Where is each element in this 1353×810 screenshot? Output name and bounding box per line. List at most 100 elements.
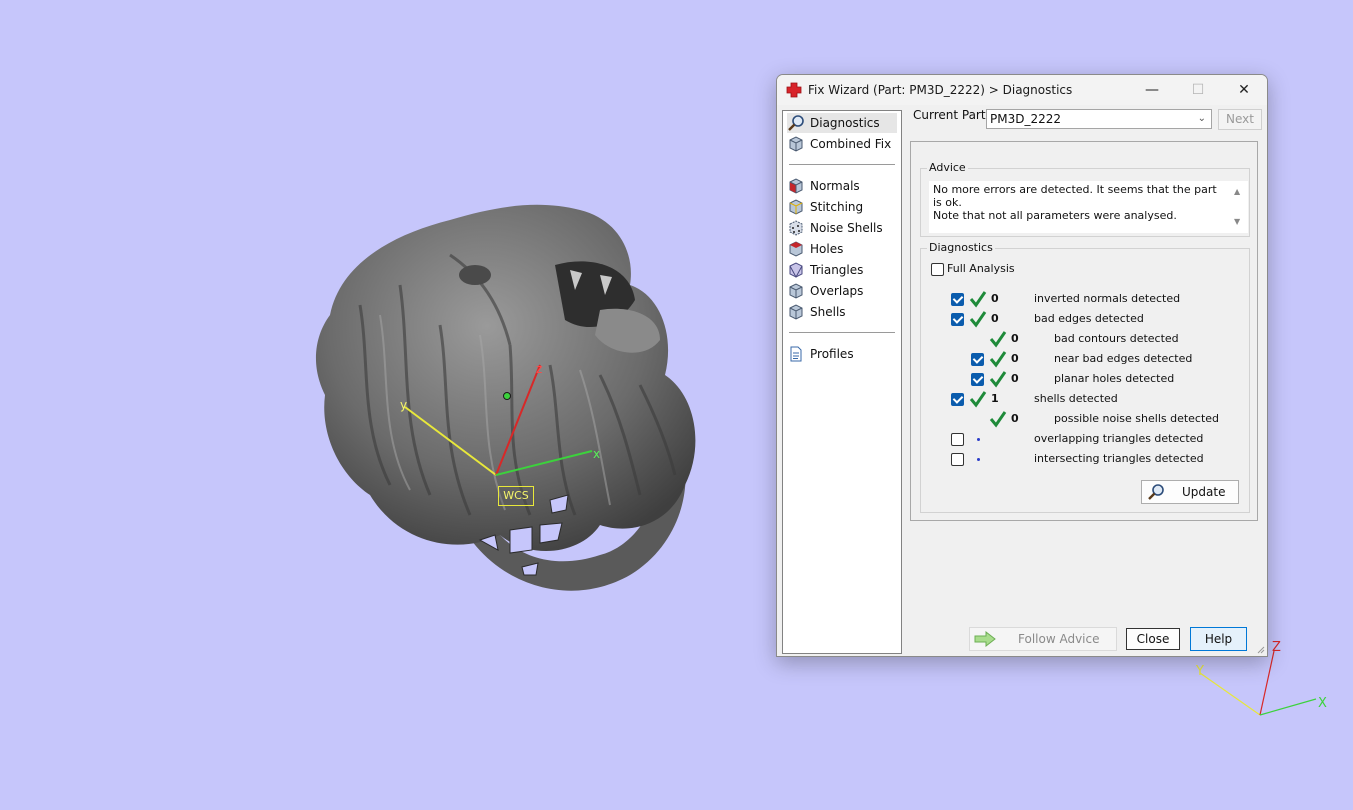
nav-item-holes[interactable]: Holes <box>787 239 897 259</box>
scroll-up-icon[interactable]: ▲ <box>1234 187 1240 196</box>
shells-checkbox[interactable] <box>951 393 964 406</box>
green-check-icon <box>969 291 987 308</box>
nav-item-overlaps[interactable]: Overlaps <box>787 281 897 301</box>
magnifier-icon <box>1148 484 1164 500</box>
nav-item-stitching[interactable]: Stitching <box>787 197 897 217</box>
nav-label: Holes <box>810 242 844 256</box>
triangle-cube-icon <box>789 262 803 279</box>
chevron-down-icon: ⌄ <box>1197 113 1206 124</box>
arrow-right-icon <box>974 631 996 647</box>
shells-count: 1 <box>991 392 999 405</box>
full-analysis-label: Full Analysis <box>947 262 1015 275</box>
nav-item-combined-fix[interactable]: Combined Fix <box>787 134 897 154</box>
green-check-icon <box>969 391 987 408</box>
advice-textbox[interactable]: No more errors are detected. It seems th… <box>929 181 1248 233</box>
help-button[interactable]: Help <box>1190 627 1247 651</box>
noise-shells-label: possible noise shells detected <box>1054 412 1220 425</box>
bad-edges-checkbox[interactable] <box>951 313 964 326</box>
mini-z-label: Z <box>1272 640 1281 655</box>
dialog-title: Fix Wizard (Part: PM3D_2222) > Diagnosti… <box>808 83 1073 97</box>
magnifier-icon <box>788 115 804 131</box>
resize-grip-icon[interactable] <box>1255 644 1265 654</box>
next-button[interactable]: Next <box>1218 109 1262 130</box>
follow-advice-button[interactable]: Follow Advice <box>969 627 1117 651</box>
inverted-normals-count: 0 <box>991 292 999 305</box>
intersecting-triangles-checkbox[interactable] <box>951 453 964 466</box>
nav-item-noise-shells[interactable]: Noise Shells <box>787 218 897 238</box>
near-bad-edges-count: 0 <box>1011 352 1019 365</box>
current-part-label: Current Part: <box>913 108 990 122</box>
close-button[interactable]: Close <box>1126 628 1180 650</box>
update-label: Update <box>1182 485 1226 499</box>
near-bad-edges-checkbox[interactable] <box>971 353 984 366</box>
title-bar[interactable]: Fix Wizard (Part: PM3D_2222) > Diagnosti… <box>777 75 1267 105</box>
bad-contours-count: 0 <box>1011 332 1019 345</box>
close-window-button[interactable]: ✕ <box>1221 75 1267 105</box>
nav-divider <box>789 164 895 165</box>
current-part-select[interactable]: PM3D_2222 ⌄ <box>986 109 1212 129</box>
nav-label: Triangles <box>810 263 864 277</box>
green-check-icon <box>989 351 1007 368</box>
nav-item-normals[interactable]: Normals <box>787 176 897 196</box>
shells-label: shells detected <box>1034 392 1118 405</box>
advice-line-1: No more errors are detected. It seems th… <box>933 183 1217 209</box>
advice-line-2: Note that not all parameters were analys… <box>933 209 1177 222</box>
inverted-normals-label: inverted normals detected <box>1034 292 1181 305</box>
follow-advice-label: Follow Advice <box>1018 632 1100 646</box>
mini-x-label: X <box>1318 696 1327 711</box>
diagnostics-group: Diagnostics Full Analysis 0 inverted nor… <box>920 241 1250 513</box>
nav-label: Noise Shells <box>810 221 883 235</box>
overlapping-triangles-checkbox[interactable] <box>951 433 964 446</box>
nav-label: Stitching <box>810 200 864 214</box>
nav-label: Profiles <box>810 347 854 361</box>
green-check-icon <box>989 371 1007 388</box>
z-axis-label: z <box>536 362 542 376</box>
scroll-down-icon[interactable]: ▼ <box>1234 217 1240 226</box>
full-analysis-checkbox[interactable] <box>931 263 944 276</box>
cube-icon <box>789 199 803 215</box>
document-icon <box>790 346 802 362</box>
green-check-icon <box>989 411 1007 428</box>
advice-title: Advice <box>927 161 968 174</box>
bad-edges-label: bad edges detected <box>1034 312 1144 325</box>
diagnostics-title: Diagnostics <box>927 241 995 254</box>
nav-item-diagnostics[interactable]: Diagnostics <box>787 113 897 133</box>
fix-wizard-dialog: Fix Wizard (Part: PM3D_2222) > Diagnosti… <box>776 74 1268 657</box>
nav-label: Shells <box>810 305 846 319</box>
advice-text: No more errors are detected. It seems th… <box>933 183 1223 222</box>
intersecting-triangles-label: intersecting triangles detected <box>1034 452 1204 465</box>
mini-y-label: Y <box>1195 664 1204 679</box>
nav-item-triangles[interactable]: Triangles <box>787 260 897 280</box>
cube-red-face-icon <box>789 178 803 194</box>
maximize-button[interactable]: ☐ <box>1175 75 1221 105</box>
lion-ring-model[interactable]: y z x <box>300 195 710 625</box>
wizard-nav: Diagnostics Combined Fix Normals Stitchi… <box>782 110 902 654</box>
cube-icon <box>789 304 803 320</box>
nav-item-profiles[interactable]: Profiles <box>787 344 897 364</box>
planar-holes-count: 0 <box>1011 372 1019 385</box>
bad-edges-count: 0 <box>991 312 999 325</box>
minimize-button[interactable]: — <box>1129 75 1175 105</box>
nav-label: Overlaps <box>810 284 864 298</box>
current-part-value: PM3D_2222 <box>990 112 1062 126</box>
nav-item-shells[interactable]: Shells <box>787 302 897 322</box>
dotted-cube-icon <box>789 220 803 236</box>
nav-label: Normals <box>810 179 860 193</box>
diagnostics-panel: Advice No more errors are detected. It s… <box>910 141 1258 521</box>
update-button[interactable]: Update <box>1141 480 1239 504</box>
red-cross-icon <box>786 82 802 98</box>
cube-red-top-icon <box>789 241 803 257</box>
inverted-normals-checkbox[interactable] <box>951 293 964 306</box>
green-check-icon <box>969 311 987 328</box>
bad-contours-label: bad contours detected <box>1054 332 1179 345</box>
y-axis-label: y <box>400 398 407 412</box>
green-check-icon <box>989 331 1007 348</box>
not-analysed-dot-icon <box>977 458 980 461</box>
x-axis-label: x <box>593 447 600 461</box>
cube-icon <box>789 136 803 152</box>
nav-divider <box>789 332 895 333</box>
overlapping-triangles-label: overlapping triangles detected <box>1034 432 1204 445</box>
planar-holes-checkbox[interactable] <box>971 373 984 386</box>
cube-icon <box>789 283 803 299</box>
nav-label: Combined Fix <box>810 137 892 151</box>
